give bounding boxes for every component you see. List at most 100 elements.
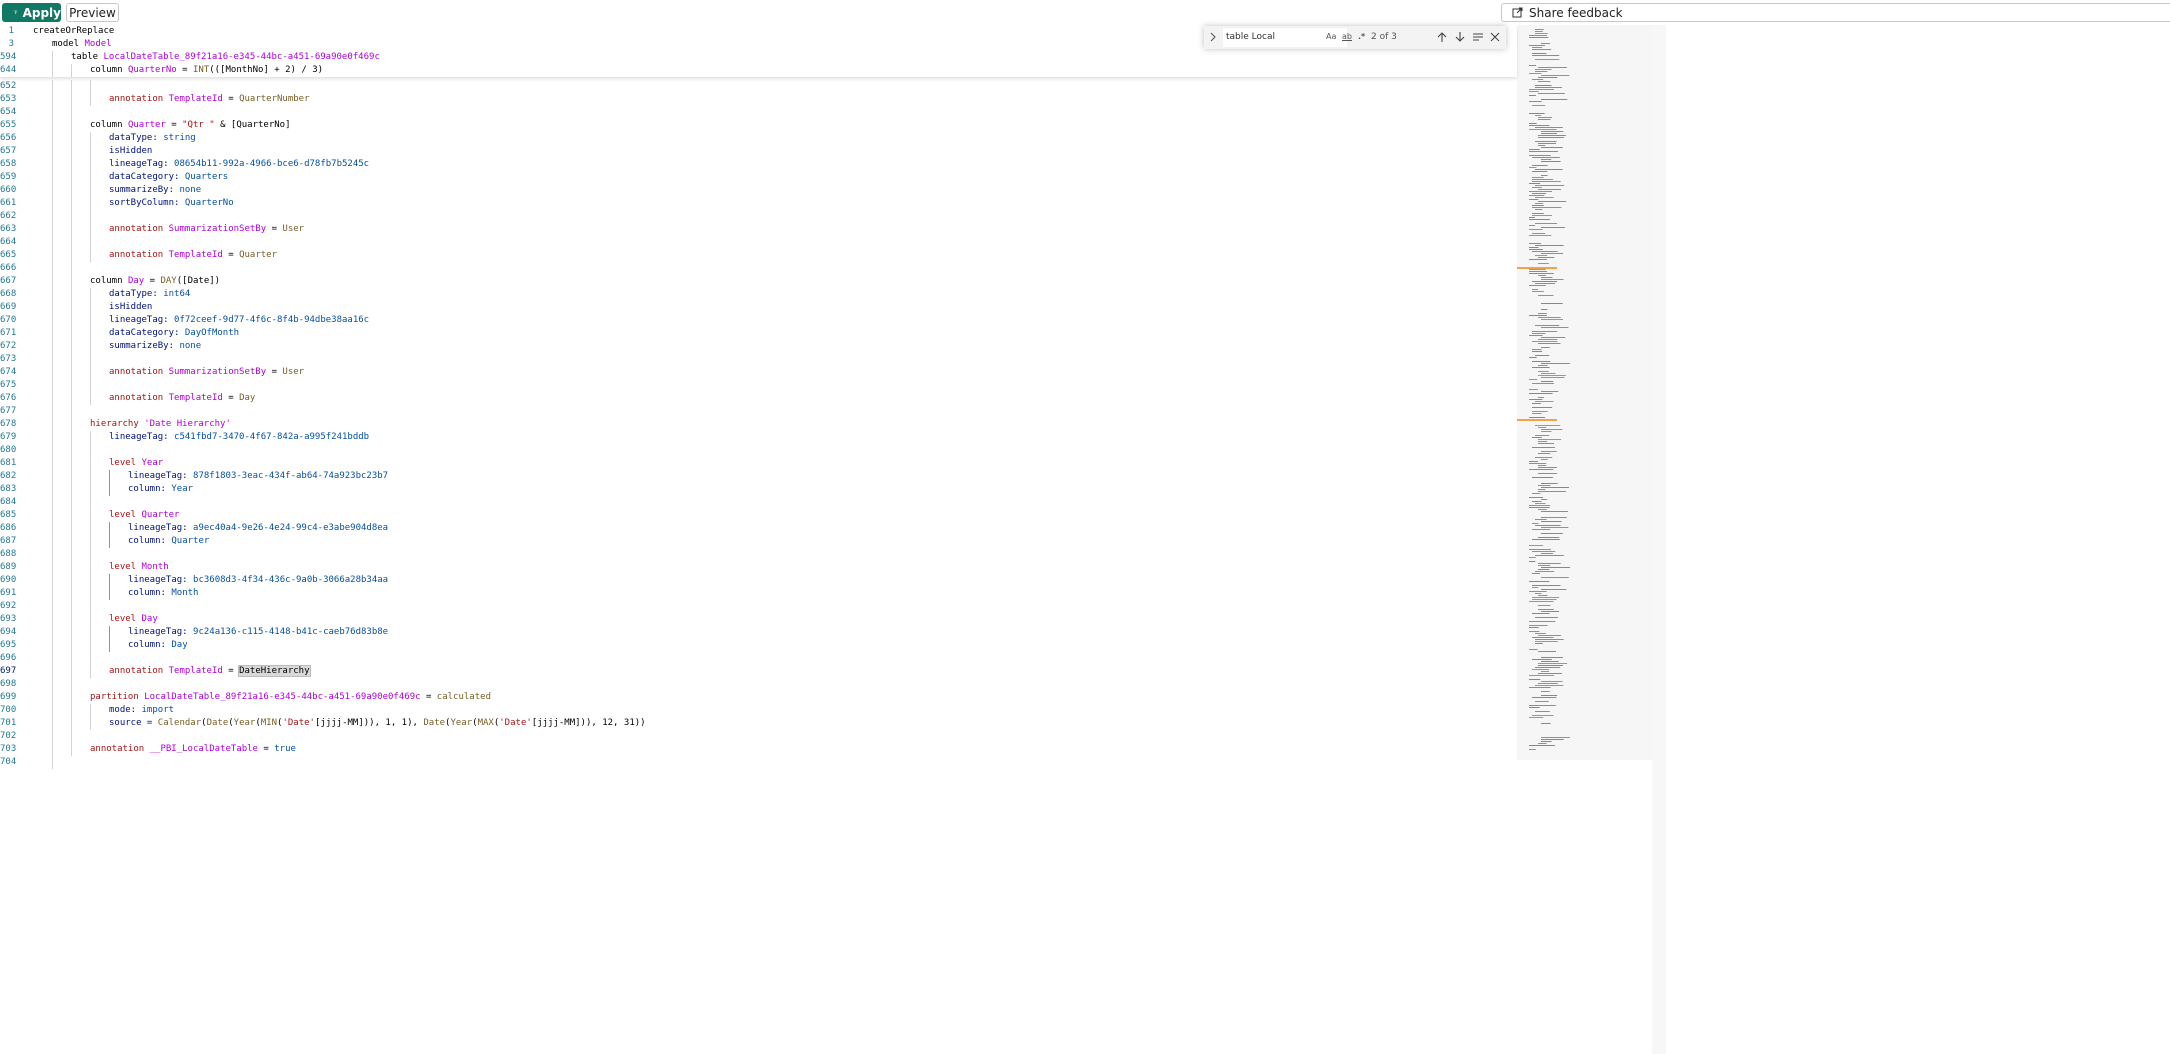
code-token: TemplateId [168, 666, 223, 676]
code-token: Quarter [127, 120, 166, 130]
code-line[interactable]: 682 lineageTag: 878f1803-3eac-434f-ab64-7… [0, 470, 1517, 483]
code-line[interactable]: 654 [0, 106, 1517, 119]
code-token: annotation [109, 250, 169, 260]
code-line[interactable]: 685 level Quarter [0, 509, 1517, 522]
code-line[interactable]: 653 annotation TemplateId = QuarterNumber [0, 93, 1517, 106]
code-line[interactable]: 680 [0, 444, 1517, 457]
minimap-line [1529, 273, 1554, 274]
minimap-line [1538, 453, 1551, 454]
code-line[interactable]: 703 annotation __PBI_LocalDateTable = tru… [0, 743, 1517, 756]
next-match-icon[interactable] [1455, 31, 1465, 46]
code-line[interactable]: 672 summarizeBy: none [0, 340, 1517, 353]
indent-guide [90, 171, 91, 184]
code-line[interactable]: 658 lineageTag: 08654b11-992a-4966-bce6-d… [0, 158, 1517, 171]
code-line[interactable]: 673 [0, 353, 1517, 366]
minimap-line [1532, 351, 1542, 352]
code-text: table LocalDateTable_89f21a16-e345-44bc-… [71, 51, 380, 64]
code-text: annotation SummarizationSetBy = User [109, 366, 304, 379]
line-number: 658 [0, 159, 17, 169]
code-line[interactable]: 702 [0, 730, 1517, 743]
whole-word-toggle[interactable]: ab [1342, 32, 1352, 41]
code-line[interactable]: 652 [0, 80, 1517, 93]
code-line[interactable]: 666 [0, 262, 1517, 275]
code-line[interactable]: 663 annotation SummarizationSetBy = User [0, 223, 1517, 236]
code-line[interactable]: 657 isHidden [0, 145, 1517, 158]
find-in-selection-icon[interactable] [1472, 31, 1484, 46]
code-line[interactable]: 691 column: Month [0, 587, 1517, 600]
minimap-line [1541, 99, 1568, 100]
code-line[interactable]: 699 partition LocalDateTable_89f21a16-e34… [0, 691, 1517, 704]
code-line[interactable]: 698 [0, 678, 1517, 691]
indent-guide [52, 223, 53, 236]
code-line[interactable]: 656 dataType: string [0, 132, 1517, 145]
minimap-line [1538, 651, 1556, 652]
code-line[interactable]: 668 dataType: int64 [0, 288, 1517, 301]
apply-button[interactable]: Apply [2, 3, 61, 22]
code-line[interactable]: 689 level Month [0, 561, 1517, 574]
code-line[interactable]: 655 column Quarter = "Qtr " & [QuarterNo] [0, 119, 1517, 132]
code-line[interactable]: 693 level Day [0, 613, 1517, 626]
code-line[interactable]: 690 lineageTag: bc3608d3-4f34-436c-9a0b-3… [0, 574, 1517, 587]
code-line[interactable]: 667 column Day = DAY([Date]) [0, 275, 1517, 288]
minimap-line [1538, 295, 1554, 296]
code-line[interactable]: 669 isHidden [0, 301, 1517, 314]
minimap-line [1532, 207, 1562, 208]
code-line[interactable]: 594 table LocalDateTable_89f21a16-e345-44… [0, 51, 1517, 64]
toggle-replace-icon[interactable] [1210, 32, 1216, 45]
code-line[interactable]: 678 hierarchy 'Date Hierarchy' [0, 418, 1517, 431]
minimap-line [1538, 371, 1549, 372]
code-line[interactable]: 661 sortByColumn: QuarterNo [0, 197, 1517, 210]
code-line[interactable]: 692 [0, 600, 1517, 613]
code-token: lineageTag: [128, 575, 194, 585]
code-line[interactable]: 674 annotation SummarizationSetBy = User [0, 366, 1517, 379]
minimap-line [1538, 201, 1567, 202]
code-line[interactable]: 659 dataCategory: Quarters [0, 171, 1517, 184]
vertical-scrollbar[interactable] [1652, 25, 1666, 1054]
code-line[interactable]: 686 lineageTag: a9ec40a4-9e26-4e24-99c4-e… [0, 522, 1517, 535]
code-line[interactable]: 644 column QuarterNo = INT(([MonthNo] + 2… [0, 64, 1517, 77]
preview-button[interactable]: Preview [66, 3, 119, 22]
code-line[interactable]: 704 [0, 756, 1517, 769]
code-line[interactable]: 676 annotation TemplateId = Day [0, 392, 1517, 405]
code-line[interactable]: 681 level Year [0, 457, 1517, 470]
code-line[interactable]: 696 [0, 652, 1517, 665]
code-line[interactable]: 677 [0, 405, 1517, 418]
minimap-line [1538, 137, 1564, 138]
code-line[interactable]: 694 lineageTag: 9c24a136-c115-4148-b41c-c… [0, 626, 1517, 639]
line-number: 687 [0, 536, 17, 546]
code-line[interactable]: 679 lineageTag: c541fbd7-3470-4f67-842a-a… [0, 431, 1517, 444]
indent-guide [52, 249, 53, 262]
code-token: column: [128, 640, 172, 650]
code-line[interactable]: 684 [0, 496, 1517, 509]
code-line[interactable]: 675 [0, 379, 1517, 392]
code-line[interactable]: 695 column: Day [0, 639, 1517, 652]
code-line[interactable]: 700 mode: import [0, 704, 1517, 717]
match-case-toggle[interactable]: Aa [1326, 32, 1336, 41]
regex-toggle[interactable]: .* [1358, 32, 1365, 41]
previous-match-icon[interactable] [1437, 31, 1447, 46]
line-number: 674 [0, 367, 17, 377]
code-line[interactable]: 683 column: Year [0, 483, 1517, 496]
code-line[interactable]: 665 annotation TemplateId = Quarter [0, 249, 1517, 262]
code-line[interactable]: 670 lineageTag: 0f72ceef-9d77-4f6c-8f4b-9… [0, 314, 1517, 327]
indent-guide [90, 340, 91, 353]
code-token: dataType: [109, 133, 164, 143]
minimap-line [1538, 365, 1548, 366]
minimap-line [1532, 49, 1552, 50]
minimap[interactable] [1517, 25, 1652, 754]
code-editor[interactable]: 1 createOrReplace 3 model Model 594 table Loc… [0, 25, 1517, 1054]
code-line[interactable]: 662 [0, 210, 1517, 223]
code-line[interactable]: 671 dataCategory: DayOfMonth [0, 327, 1517, 340]
code-token: TemplateId [168, 250, 223, 260]
code-line[interactable]: 688 [0, 548, 1517, 561]
code-line[interactable]: 664 [0, 236, 1517, 249]
code-token: sortByColumn: [109, 198, 185, 208]
code-line[interactable]: 687 column: Quarter [0, 535, 1517, 548]
code-line[interactable]: 697 annotation TemplateId = DateHierarchy [0, 665, 1517, 678]
code-line[interactable]: 701 source = Calendar(Date(Year(MIN('Date… [0, 717, 1517, 730]
code-line[interactable]: 660 summarizeBy: none [0, 184, 1517, 197]
code-token: Quarter [171, 536, 210, 546]
share-feedback-button[interactable]: Share feedback [1501, 3, 2170, 22]
line-number: 678 [0, 419, 17, 429]
close-icon[interactable] [1490, 31, 1500, 46]
